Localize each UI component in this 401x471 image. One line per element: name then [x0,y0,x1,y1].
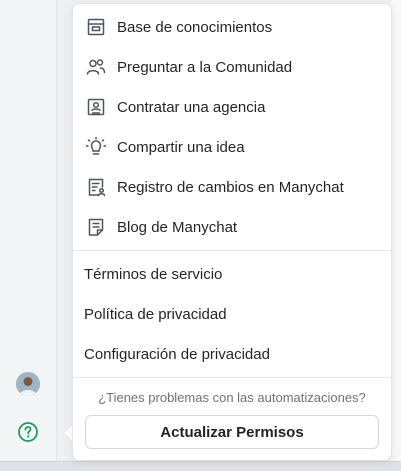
bottom-bar [0,461,401,471]
terms-of-service-link[interactable]: Términos de servicio [73,254,391,294]
automation-problem-hint: ¿Tienes problemas con las automatizacion… [98,390,366,405]
menu-item-blog[interactable]: Blog de Manychat [73,207,391,247]
link-label: Configuración de privacidad [84,345,270,363]
menu-item-changelog[interactable]: Registro de cambios en Manychat [73,167,391,207]
document-icon [85,216,107,238]
help-circle-icon[interactable] [17,421,39,443]
menu-item-share-idea[interactable]: Compartir una idea [73,127,391,167]
lightbulb-icon [85,136,107,158]
users-icon [85,56,107,78]
menu-divider [73,250,391,251]
menu-item-knowledge-base[interactable]: Base de conocimientos [73,7,391,47]
update-permissions-button[interactable]: Actualizar Permisos [85,415,379,449]
archive-icon [85,16,107,38]
privacy-settings-link[interactable]: Configuración de privacidad [73,334,391,374]
link-label: Política de privacidad [84,305,227,323]
menu-item-ask-community[interactable]: Preguntar a la Comunidad [73,47,391,87]
menu-divider [73,377,391,378]
id-card-icon [85,96,107,118]
app-sidebar [0,0,57,462]
menu-item-label: Blog de Manychat [117,218,238,236]
menu-item-hire-agency[interactable]: Contratar una agencia [73,87,391,127]
privacy-policy-link[interactable]: Política de privacidad [73,294,391,334]
link-label: Términos de servicio [84,265,223,283]
help-menu: Base de conocimientos Preguntar a la Com… [72,3,392,461]
menu-item-label: Contratar una agencia [117,98,266,116]
changelog-icon [85,176,107,198]
avatar-image [16,372,40,396]
menu-item-label: Base de conocimientos [117,18,273,36]
user-avatar[interactable] [16,372,40,396]
menu-item-label: Preguntar a la Comunidad [117,58,293,76]
background-panel [391,0,401,462]
menu-item-label: Compartir una idea [117,138,245,156]
menu-item-label: Registro de cambios en Manychat [117,178,344,196]
